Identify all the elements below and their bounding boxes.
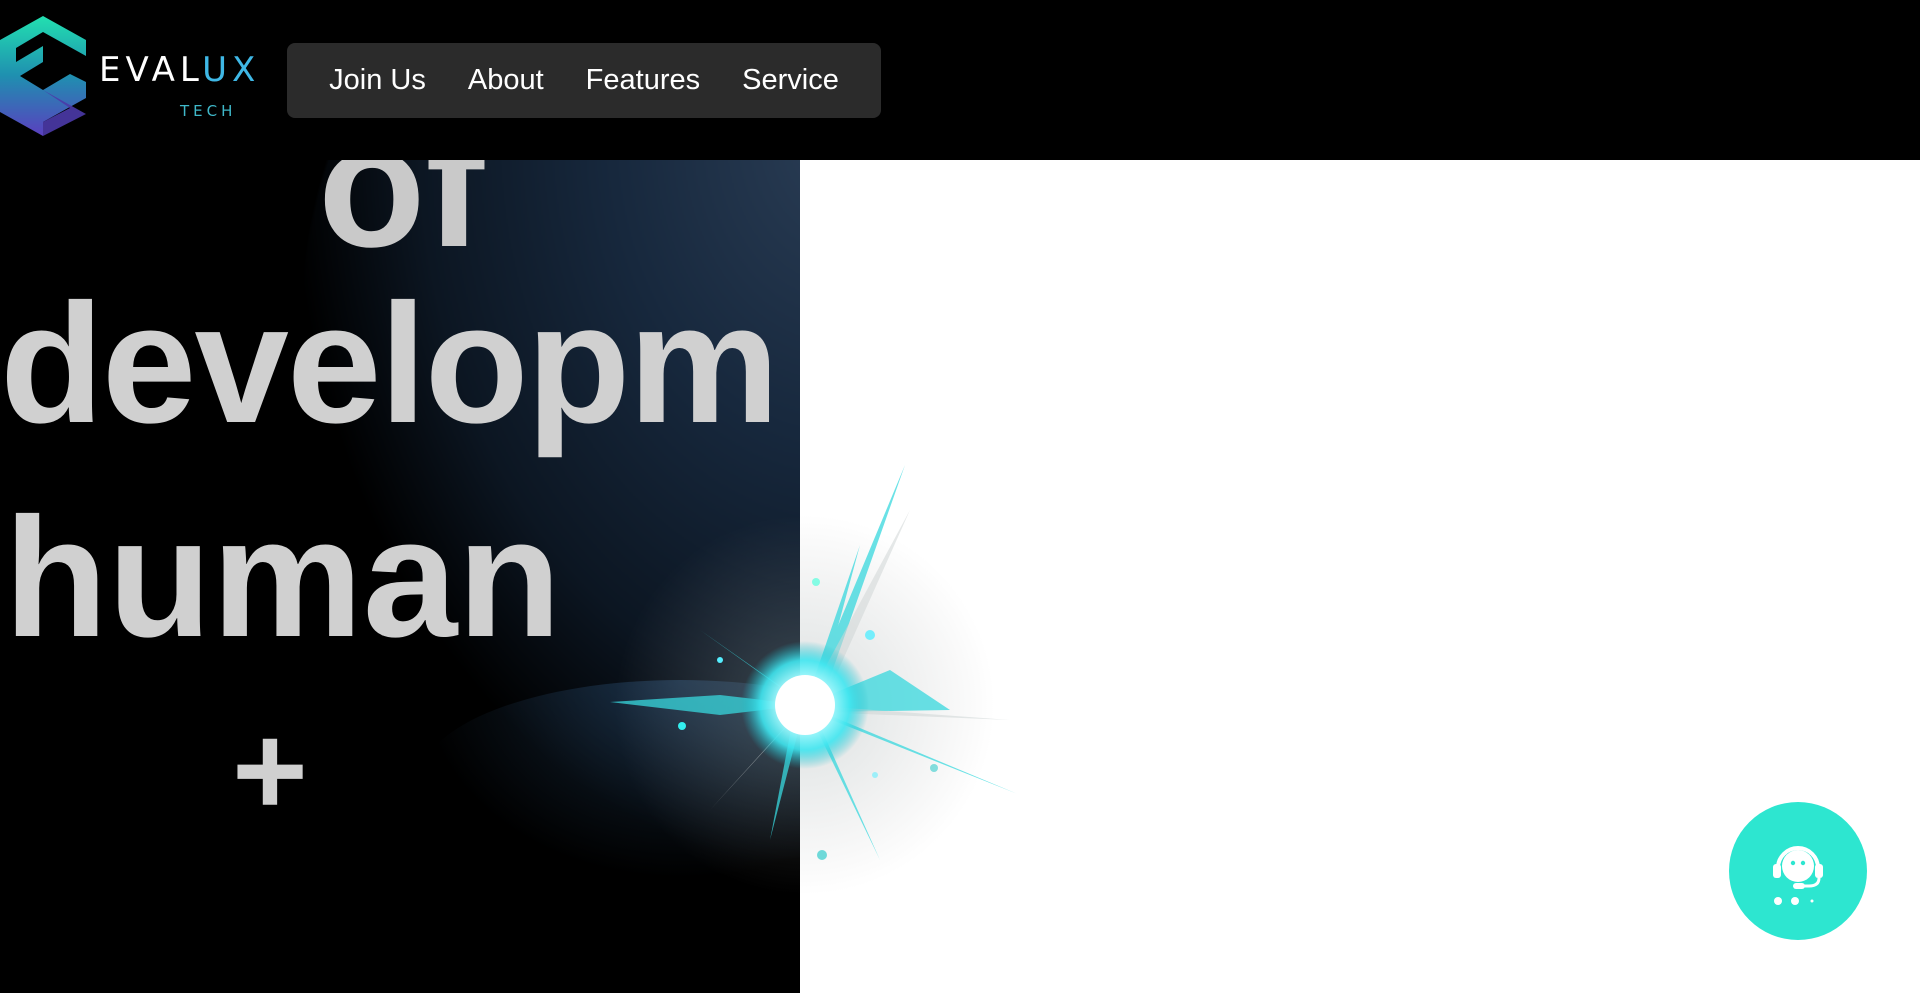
logo-wordmark: EVALUX bbox=[99, 50, 260, 90]
headset-icon bbox=[1773, 846, 1823, 905]
main-nav: Join Us About Features Service bbox=[287, 43, 881, 118]
logo-word-main: EVAL bbox=[99, 50, 203, 90]
logo-word-accent: UX bbox=[202, 50, 261, 90]
nav-service[interactable]: Service bbox=[742, 64, 839, 97]
hero-text-line: + bbox=[232, 697, 308, 843]
hero-text-line: human bbox=[4, 483, 562, 673]
nav-join-us[interactable]: Join Us bbox=[329, 64, 426, 97]
logo-subtitle: TECH bbox=[180, 102, 237, 120]
nav-about[interactable]: About bbox=[468, 64, 544, 97]
site-header: EVALUX TECH Join Us About Features Servi… bbox=[0, 0, 1920, 160]
nav-features[interactable]: Features bbox=[586, 64, 700, 97]
logo-e-icon bbox=[0, 16, 86, 136]
hero-text-line: of bbox=[318, 160, 485, 284]
logo[interactable]: EVALUX TECH bbox=[0, 16, 255, 136]
hero-section: of developm human + bbox=[0, 160, 800, 993]
hero-text-line: developm bbox=[0, 269, 780, 459]
support-chat-button[interactable] bbox=[1729, 802, 1867, 940]
page: EVALUX TECH Join Us About Features Servi… bbox=[0, 0, 1920, 993]
